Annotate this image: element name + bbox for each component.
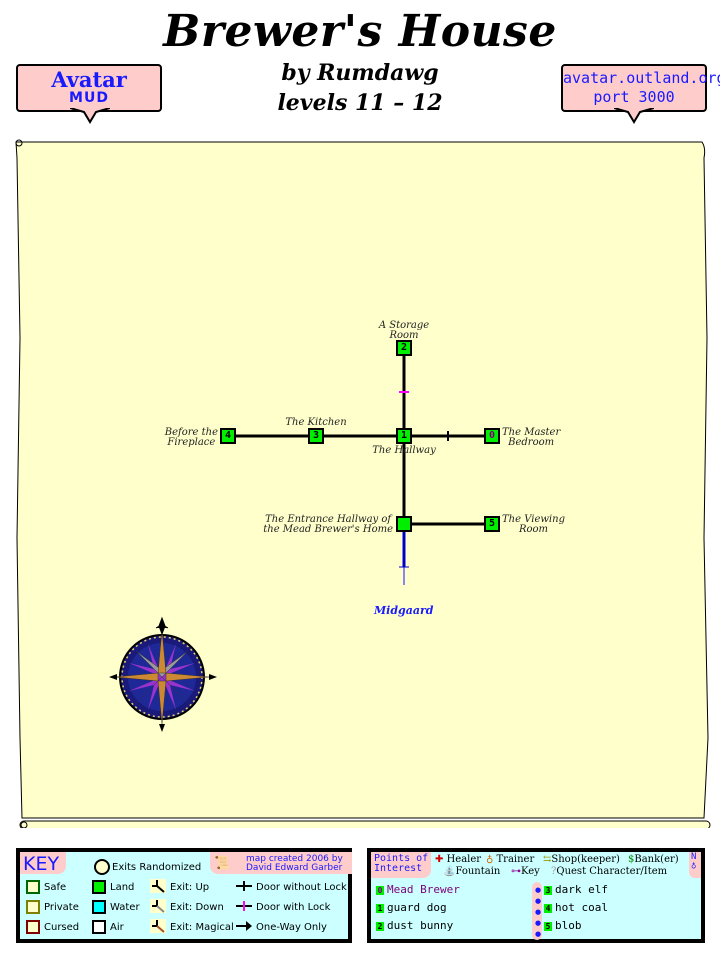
key-private-label: Private <box>44 902 79 913</box>
healer-icon: ✚ <box>435 854 444 865</box>
poi-item-3[interactable]: 3 dark elf <box>544 884 608 896</box>
key-title: KEY <box>23 853 60 875</box>
key-exit-down-label: Exit: Down <box>170 902 224 913</box>
safe-swatch-icon <box>26 880 40 894</box>
air-swatch-icon <box>92 920 106 934</box>
room-entrance[interactable] <box>396 516 412 532</box>
cursed-swatch-icon <box>26 920 40 934</box>
trainer-icon: ♁ <box>486 854 494 865</box>
key-land-label: Land <box>110 882 135 893</box>
poi-type-healer: ✚ Healer <box>435 854 482 865</box>
private-swatch-icon <box>26 900 40 914</box>
poi-type-shop: ⇆Shop(keeper) <box>543 854 620 865</box>
room-4[interactable]: 4 <box>220 428 236 444</box>
poi-item-2[interactable]: 2 dust bunny <box>376 920 453 932</box>
fountain-icon: ⛲ <box>443 866 456 877</box>
exit-magical-icon <box>150 919 166 933</box>
poi-item-5[interactable]: 5 blob <box>544 920 582 932</box>
room-label-2: A Storage Room <box>378 320 430 341</box>
poi-item-0[interactable]: 0 Mead Brewer <box>376 884 460 896</box>
key-door-without-lock-label: Door without Lock <box>256 882 347 893</box>
compass-rose-icon <box>109 616 217 732</box>
room-label-entrance: The Entrance Hallway of the Mead Brewer'… <box>263 514 393 535</box>
north-indicator-icon: N ♁ <box>691 852 697 871</box>
room-0[interactable]: 0 <box>484 428 500 444</box>
key-air-label: Air <box>110 922 124 933</box>
door-without-lock-icon <box>236 881 252 891</box>
poi-title: Points of Interest <box>374 853 429 874</box>
room-5[interactable]: 5 <box>484 516 500 532</box>
key-exit-up-label: Exit: Up <box>170 882 210 893</box>
room-label-3: The Kitchen <box>285 417 347 428</box>
map-connections <box>228 348 492 585</box>
key-cursed-label: Cursed <box>44 922 80 933</box>
exits-randomized-icon <box>94 859 110 875</box>
poi-type-fountain: ⛲Fountain <box>443 866 501 877</box>
one-way-arrow-icon <box>236 921 252 931</box>
poi-type-quest: ?Quest Character/Item <box>551 866 668 877</box>
credit-line-2: David Edward Garber <box>246 863 343 873</box>
room-label-0: The Master Bedroom <box>502 427 561 448</box>
key-icon: ⊶ <box>511 866 521 877</box>
poi-type-trainer: ♁ Trainer <box>486 854 535 865</box>
room-label-5: The Viewing Room <box>502 514 565 535</box>
key-one-way-label: One-Way Only <box>256 922 327 933</box>
points-of-interest-panel: Points of Interest ✚ Healer ♁ Trainer ⇆S… <box>367 848 705 943</box>
room-label-1: The Hallway <box>372 445 436 456</box>
water-swatch-icon <box>92 900 106 914</box>
key-water-label: Water <box>110 902 140 913</box>
door-with-lock-icon <box>236 901 252 911</box>
poi-item-4[interactable]: 4 hot coal <box>544 902 608 914</box>
key-safe-label: Safe <box>44 882 67 893</box>
column-divider: ● ● ● ● ● <box>535 886 542 938</box>
key-exit-magical-label: Exit: Magical <box>170 922 234 933</box>
room-1[interactable]: 1 <box>396 428 412 444</box>
key-door-with-lock-label: Door with Lock <box>256 902 331 913</box>
room-2[interactable]: 2 <box>396 340 412 356</box>
scroll-quill-icon: 📜 <box>214 856 231 871</box>
legend-key-panel: KEY Exits Randomized 📜 map created 2006 … <box>16 848 352 943</box>
poi-type-bank: $Bank(er) <box>628 854 679 865</box>
exit-down-icon <box>150 899 166 913</box>
poi-item-1[interactable]: 1 guard dog <box>376 902 447 914</box>
exits-randomized-label: Exits Randomized <box>112 862 202 873</box>
exit-to-midgaard[interactable]: Midgaard <box>374 604 433 617</box>
exit-up-icon <box>150 879 166 893</box>
land-swatch-icon <box>92 880 106 894</box>
room-label-4: Before the Fireplace <box>164 427 218 448</box>
room-3[interactable]: 3 <box>308 428 324 444</box>
poi-type-key: ⊶Key <box>511 866 540 877</box>
